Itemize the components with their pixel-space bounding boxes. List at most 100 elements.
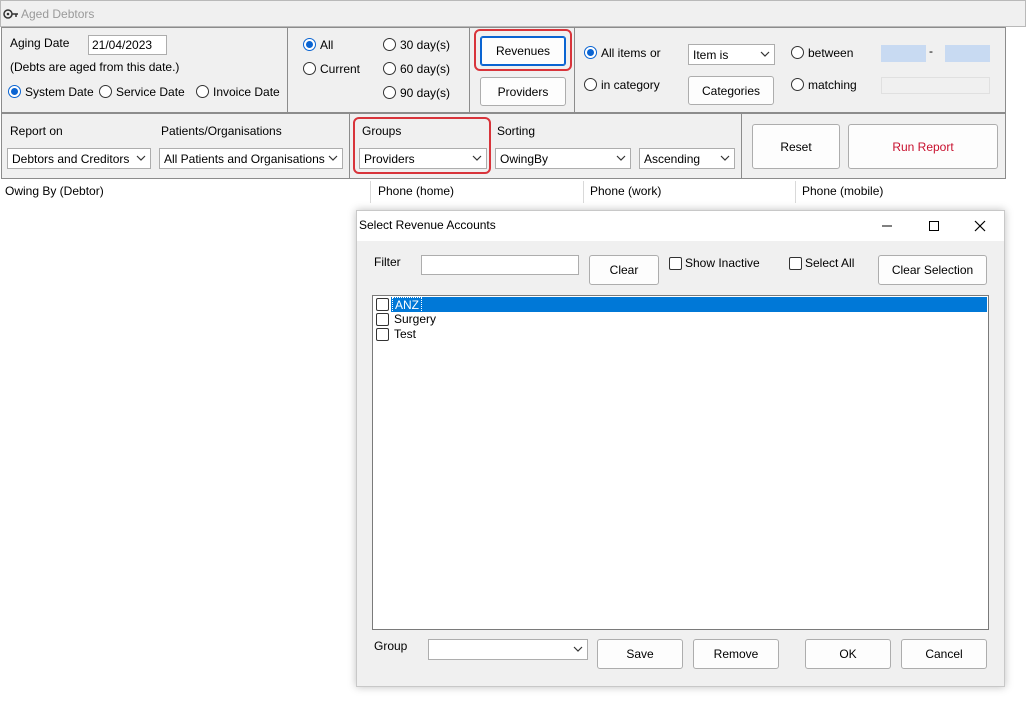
window-title: Aged Debtors bbox=[21, 7, 95, 21]
between-label: between bbox=[808, 46, 854, 60]
system-date-radio[interactable] bbox=[8, 85, 21, 98]
group-label: Group bbox=[374, 639, 408, 653]
between-to-input[interactable] bbox=[945, 45, 990, 62]
all-items-radio[interactable] bbox=[584, 46, 597, 59]
period-30-radio[interactable] bbox=[383, 38, 396, 51]
group-select[interactable] bbox=[428, 639, 588, 660]
categories-button[interactable]: Categories bbox=[688, 76, 774, 105]
account-checkbox[interactable] bbox=[376, 298, 389, 311]
column-phone-mobile[interactable]: Phone (mobile) bbox=[802, 184, 883, 198]
matching-input[interactable] bbox=[881, 77, 990, 94]
column-owing-by[interactable]: Owing By (Debtor) bbox=[5, 184, 104, 198]
select-revenue-accounts-dialog: Select Revenue Accounts Filter Clear Sho… bbox=[356, 210, 1005, 687]
between-radio[interactable] bbox=[791, 46, 804, 59]
sorting-select[interactable]: OwingBy bbox=[495, 148, 631, 169]
system-date-label: System Date bbox=[25, 85, 94, 99]
minimize-icon[interactable] bbox=[881, 220, 893, 232]
actions-panel: Reset Run Report bbox=[741, 113, 1006, 179]
select-all-checkbox[interactable] bbox=[789, 257, 802, 270]
period-all-label: All bbox=[320, 38, 334, 52]
order-select[interactable]: Ascending bbox=[639, 148, 735, 169]
patients-value: All Patients and Organisations bbox=[164, 152, 325, 166]
period-current-label: Current bbox=[320, 62, 361, 76]
cancel-button[interactable]: Cancel bbox=[901, 639, 987, 669]
ok-button[interactable]: OK bbox=[805, 639, 891, 669]
period-all-radio[interactable] bbox=[303, 38, 316, 51]
run-report-button[interactable]: Run Report bbox=[848, 124, 998, 169]
patients-label: Patients/Organisations bbox=[161, 124, 282, 138]
chevron-down-icon bbox=[573, 646, 583, 652]
all-items-label: All items bbox=[601, 46, 647, 60]
column-phone-home[interactable]: Phone (home) bbox=[378, 184, 454, 198]
chevron-down-icon bbox=[720, 155, 730, 161]
report-on-select[interactable]: Debtors and Creditors bbox=[7, 148, 151, 169]
aging-date-label: Aging Date bbox=[10, 36, 70, 50]
dialog-title: Select Revenue Accounts bbox=[359, 218, 496, 232]
account-checkbox[interactable] bbox=[376, 313, 389, 326]
column-phone-work[interactable]: Phone (work) bbox=[590, 184, 661, 198]
providers-button[interactable]: Providers bbox=[480, 77, 566, 106]
matching-radio[interactable] bbox=[791, 78, 804, 91]
chevron-down-icon bbox=[328, 155, 338, 161]
revenue-accounts-list: ANZ Surgery Test bbox=[372, 295, 989, 630]
patients-select[interactable]: All Patients and Organisations bbox=[159, 148, 343, 169]
show-inactive-label: Show Inactive bbox=[685, 256, 760, 270]
clear-selection-button[interactable]: Clear Selection bbox=[878, 255, 987, 285]
period-30-label: 30 day(s) bbox=[400, 38, 451, 52]
sorting-value: OwingBy bbox=[500, 152, 549, 166]
period-60-radio[interactable] bbox=[383, 62, 396, 75]
item-is-select[interactable]: Item is bbox=[688, 44, 775, 65]
period-60-label: 60 day(s) bbox=[400, 62, 451, 76]
report-on-panel: Report on Debtors and Creditors Patients… bbox=[1, 113, 350, 179]
filter-label: Filter bbox=[374, 255, 401, 269]
between-dash: - bbox=[929, 44, 933, 58]
period-90-radio[interactable] bbox=[383, 86, 396, 99]
in-category-label: in category bbox=[601, 78, 660, 92]
items-panel: All items or in category Item is Categor… bbox=[574, 27, 1006, 113]
dialog-titlebar: Select Revenue Accounts bbox=[357, 211, 1004, 241]
close-icon[interactable] bbox=[974, 220, 986, 232]
save-button[interactable]: Save bbox=[597, 639, 683, 669]
chevron-down-icon bbox=[136, 155, 146, 161]
aging-date-input[interactable]: 21/04/2023 bbox=[88, 35, 167, 55]
item-is-value: Item is bbox=[693, 48, 729, 62]
aging-note: (Debts are aged from this date.) bbox=[10, 60, 180, 74]
invoice-date-label: Invoice Date bbox=[213, 85, 280, 99]
groups-highlight bbox=[353, 117, 491, 174]
show-inactive-checkbox[interactable] bbox=[669, 257, 682, 270]
matching-label: matching bbox=[808, 78, 857, 92]
key-icon bbox=[3, 9, 18, 19]
revenues-highlight bbox=[474, 29, 572, 71]
order-value: Ascending bbox=[644, 152, 701, 166]
chevron-down-icon bbox=[616, 155, 626, 161]
select-all-label: Select All bbox=[805, 256, 855, 270]
remove-button[interactable]: Remove bbox=[693, 639, 779, 669]
service-date-radio[interactable] bbox=[99, 85, 112, 98]
report-on-label: Report on bbox=[10, 124, 63, 138]
column-separator bbox=[583, 181, 584, 203]
filter-input[interactable] bbox=[421, 255, 579, 275]
aging-panel: Aging Date 21/04/2023 (Debts are aged fr… bbox=[1, 27, 288, 113]
chevron-down-icon bbox=[760, 51, 770, 57]
service-date-label: Service Date bbox=[116, 85, 185, 99]
report-on-value: Debtors and Creditors bbox=[12, 152, 130, 166]
period-panel: All Current 30 day(s) 60 day(s) 90 day(s… bbox=[287, 27, 470, 113]
account-checkbox[interactable] bbox=[376, 328, 389, 341]
reset-button[interactable]: Reset bbox=[752, 124, 840, 169]
period-90-label: 90 day(s) bbox=[400, 86, 451, 100]
column-separator bbox=[795, 181, 796, 203]
period-current-radio[interactable] bbox=[303, 62, 316, 75]
invoice-date-radio[interactable] bbox=[196, 85, 209, 98]
maximize-icon[interactable] bbox=[928, 220, 940, 232]
account-label: Test bbox=[394, 327, 417, 341]
or-label: or bbox=[650, 46, 661, 60]
window-titlebar: Aged Debtors bbox=[0, 0, 1026, 27]
account-label: ANZ bbox=[392, 297, 422, 313]
clear-filter-button[interactable]: Clear bbox=[589, 255, 659, 285]
between-from-input[interactable] bbox=[881, 45, 926, 62]
sorting-label: Sorting bbox=[497, 124, 536, 138]
in-category-radio[interactable] bbox=[584, 78, 597, 91]
account-label: Surgery bbox=[394, 312, 437, 326]
selection-highlight bbox=[391, 297, 987, 312]
column-separator bbox=[370, 181, 371, 203]
